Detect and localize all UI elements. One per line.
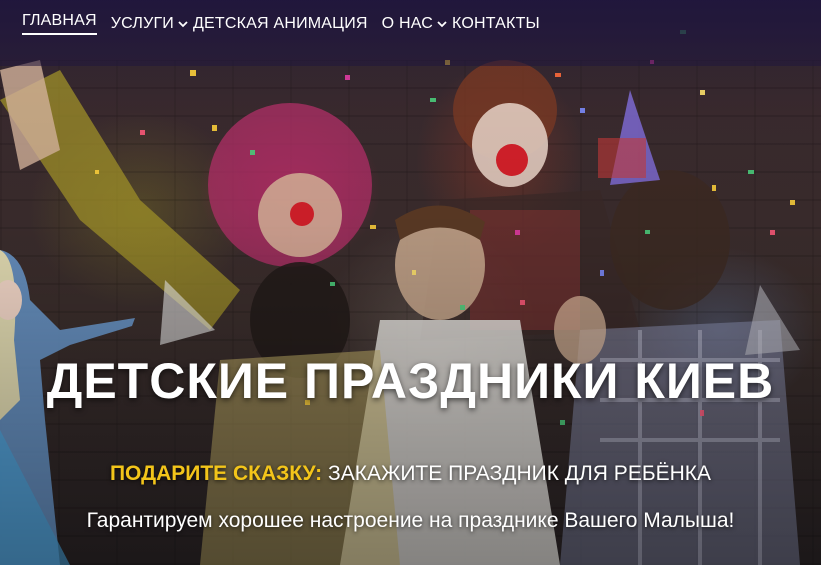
subtitle-accent: ПОДАРИТЕ СКАЗКУ: [109,462,323,485]
nav-item-services[interactable]: УСЛУГИ [111,15,174,33]
hero-title: ДЕТСКИЕ ПРАЗДНИКИ КИЕВ [46,353,775,409]
chevron-down-icon[interactable] [177,19,189,29]
hero-subtitle: ПОДАРИТЕ СКАЗКУ: ЗАКАЖИТЕ ПРАЗДНИК ДЛЯ Р… [0,462,821,486]
nav-item-contacts[interactable]: КОНТАКТЫ [452,15,540,33]
hero-tagline: Гарантируем хорошее настроение на праздн… [86,509,735,532]
main-navigation: ГЛАВНАЯ УСЛУГИ ДЕТСКАЯ АНИМАЦИЯ О НАС КО… [22,12,540,35]
chevron-down-icon[interactable] [436,19,448,29]
nav-item-about[interactable]: О НАС [382,15,433,33]
nav-item-home[interactable]: ГЛАВНАЯ [22,12,97,35]
hero-banner: ГЛАВНАЯ УСЛУГИ ДЕТСКАЯ АНИМАЦИЯ О НАС КО… [0,0,821,565]
nav-item-kids-animation[interactable]: ДЕТСКАЯ АНИМАЦИЯ [193,15,368,33]
subtitle-text: ЗАКАЖИТЕ ПРАЗДНИК ДЛЯ РЕБЁНКА [322,462,712,485]
